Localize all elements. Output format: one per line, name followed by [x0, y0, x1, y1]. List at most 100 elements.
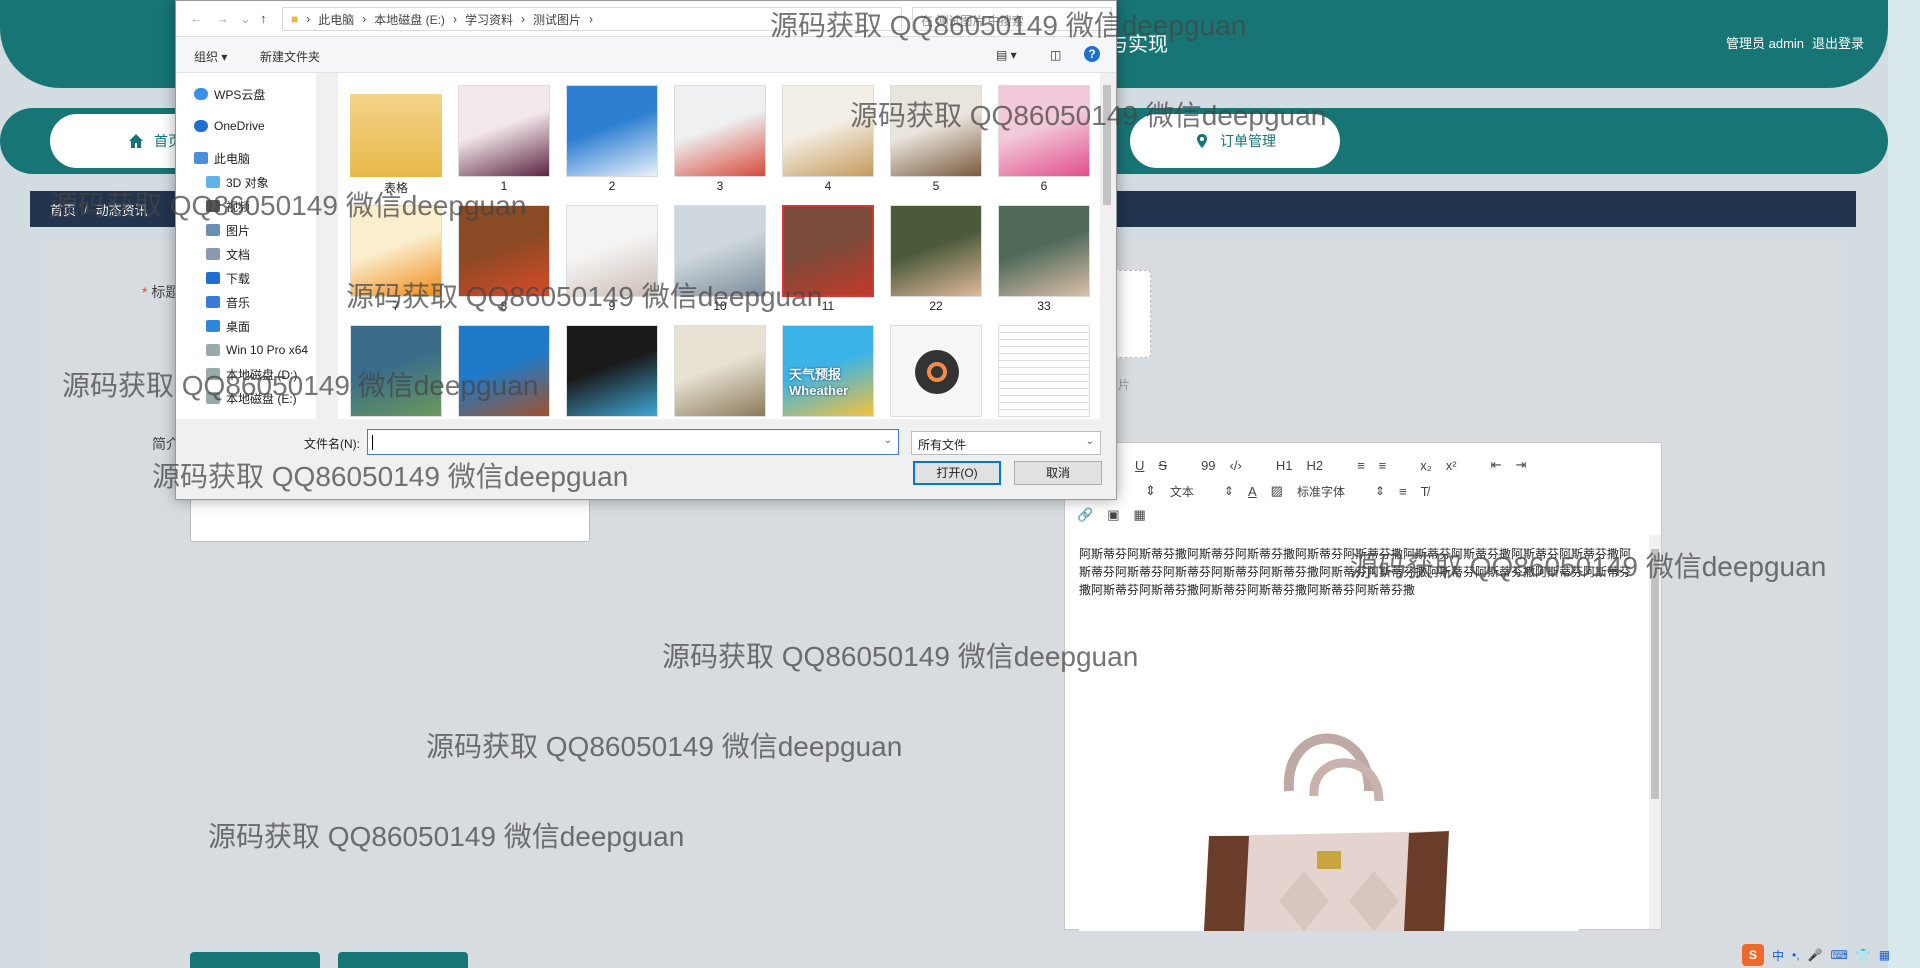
- file-item[interactable]: [990, 317, 1090, 419]
- ime-lang[interactable]: 中: [1772, 947, 1784, 964]
- filetype-select[interactable]: 所有文件 ⌄: [911, 431, 1101, 455]
- ordered-list-button[interactable]: ≡: [1357, 458, 1365, 473]
- clear-format-icon[interactable]: T̸: [1421, 484, 1429, 499]
- file-item[interactable]: [558, 317, 658, 419]
- path-segment-pc[interactable]: 此电脑: [318, 11, 354, 28]
- image-icon[interactable]: ▣: [1107, 507, 1119, 523]
- file-item[interactable]: 5: [882, 77, 982, 193]
- strike-button[interactable]: S: [1158, 458, 1167, 473]
- view-options-icon[interactable]: ▤ ▾: [996, 48, 1017, 62]
- outdent-button[interactable]: ⇤: [1491, 457, 1502, 473]
- indent-button[interactable]: ⇥: [1516, 457, 1527, 473]
- file-item[interactable]: 11: [774, 197, 874, 313]
- tree-item-desktop[interactable]: 桌面: [206, 317, 250, 335]
- search-box[interactable]: 在 测试图片 中搜索: [912, 7, 1112, 31]
- tree-item-drive-e[interactable]: 本地磁盘 (E:): [206, 389, 297, 407]
- logout-link[interactable]: 退出登录: [1812, 33, 1864, 52]
- file-item[interactable]: 6: [990, 77, 1090, 193]
- path-segment-study[interactable]: 学习资料: [465, 11, 513, 28]
- skin-icon[interactable]: 👕: [1856, 948, 1871, 962]
- file-item[interactable]: [450, 317, 550, 419]
- up-arrow-icon[interactable]: ↑: [260, 11, 267, 26]
- bullet-list-button[interactable]: ≡: [1379, 458, 1387, 473]
- editor-body-text[interactable]: 阿斯蒂芬阿斯蒂芬撒阿斯蒂芬阿斯蒂芬撒阿斯蒂芬阿斯蒂芬撒阿斯蒂芬阿斯蒂芬撒阿斯蒂芬…: [1079, 545, 1639, 599]
- file-item[interactable]: 10: [666, 197, 766, 313]
- file-item[interactable]: 1: [450, 77, 550, 193]
- cloud-icon: [194, 88, 208, 100]
- quote-button[interactable]: 99: [1201, 458, 1215, 473]
- tree-item-documents[interactable]: 文档: [206, 245, 250, 263]
- recent-dropdown-icon[interactable]: ⌄: [240, 11, 251, 27]
- text-size-select[interactable]: 文本 ⇕: [1170, 483, 1234, 500]
- file-item[interactable]: 8: [450, 197, 550, 313]
- keyboard-icon[interactable]: ⌨: [1831, 948, 1848, 962]
- tree-item-drive-c[interactable]: Win 10 Pro x64: [206, 341, 308, 359]
- file-item[interactable]: 7: [342, 197, 442, 313]
- tree-item-downloads[interactable]: 下载: [206, 269, 250, 287]
- editor-inserted-image: [1079, 601, 1579, 931]
- path-breadcrumb[interactable]: ■ › 此电脑 › 本地磁盘 (E:) › 学习资料 › 测试图片 ›: [282, 7, 902, 31]
- sogou-icon[interactable]: S: [1742, 944, 1764, 966]
- file-item[interactable]: 3: [666, 77, 766, 193]
- file-item[interactable]: 天气预报 Wheather: [774, 317, 874, 419]
- superscript-button[interactable]: x²: [1446, 458, 1457, 473]
- file-item[interactable]: 22: [882, 197, 982, 313]
- tree-item-wps[interactable]: WPS云盘: [194, 85, 265, 103]
- new-folder-button[interactable]: 新建文件夹: [260, 48, 320, 65]
- ime-punct[interactable]: •,: [1792, 948, 1800, 962]
- tree-item-this-pc[interactable]: 此电脑: [194, 149, 250, 167]
- subscript-button[interactable]: x₂: [1420, 458, 1432, 473]
- cancel-form-button[interactable]: [338, 952, 468, 968]
- open-button[interactable]: 打开(O): [913, 461, 1001, 485]
- file-item[interactable]: [342, 317, 442, 419]
- size-chevron-icon[interactable]: ⇕: [1145, 483, 1156, 499]
- file-item[interactable]: 4: [774, 77, 874, 193]
- preview-pane-icon[interactable]: ◫: [1050, 48, 1061, 62]
- grid-icon[interactable]: ▦: [1879, 948, 1890, 962]
- file-item[interactable]: 表格: [342, 77, 442, 195]
- file-name: 3: [716, 179, 724, 193]
- grid-scrollbar[interactable]: [1100, 73, 1114, 419]
- path-segment-test-images[interactable]: 测试图片: [533, 11, 581, 28]
- file-item[interactable]: 33: [990, 197, 1090, 313]
- tree-item-music[interactable]: 音乐: [206, 293, 250, 311]
- breadcrumb-home[interactable]: 首页: [50, 200, 76, 219]
- forward-arrow-icon[interactable]: →: [216, 11, 229, 26]
- cancel-button[interactable]: 取消: [1014, 461, 1102, 485]
- submit-button[interactable]: [190, 952, 320, 968]
- tree-item-onedrive[interactable]: OneDrive: [194, 117, 265, 135]
- file-item[interactable]: 2: [558, 77, 658, 193]
- video-icon[interactable]: ▦: [1133, 507, 1145, 523]
- tree-item-drive-d[interactable]: 本地磁盘 (D:): [206, 365, 297, 383]
- h2-button[interactable]: H2: [1306, 458, 1323, 473]
- tree-item-videos[interactable]: 视频: [206, 197, 250, 215]
- editor-scrollbar[interactable]: [1649, 535, 1661, 929]
- back-arrow-icon[interactable]: ←: [190, 11, 203, 26]
- rich-text-editor[interactable]: U S 99 ‹/› H1 H2 ≡ ≡ x₂ x² ⇤ ⇥ ⇕ 文本 ⇕ A ▨…: [1064, 442, 1662, 931]
- microphone-icon[interactable]: 🎤: [1808, 948, 1823, 962]
- font-color-icon[interactable]: A: [1248, 484, 1257, 499]
- file-name: 9: [608, 299, 616, 313]
- align-icon[interactable]: ≡: [1399, 484, 1407, 499]
- organize-menu[interactable]: 组织 ▾: [194, 48, 227, 65]
- underline-button[interactable]: U: [1135, 458, 1144, 473]
- ime-toolbar[interactable]: S 中 •, 🎤 ⌨ 👕 ▦: [1742, 944, 1890, 966]
- system-title: 与实现: [1108, 34, 1168, 56]
- h1-button[interactable]: H1: [1276, 458, 1293, 473]
- path-segment-drive[interactable]: 本地磁盘 (E:): [374, 11, 445, 28]
- tree-item-pictures[interactable]: 图片: [206, 221, 250, 239]
- file-item[interactable]: [882, 317, 982, 419]
- link-icon[interactable]: 🔗: [1077, 507, 1093, 523]
- file-item[interactable]: [666, 317, 766, 419]
- bg-color-icon[interactable]: ▨: [1271, 483, 1283, 499]
- filename-input[interactable]: ⌄: [367, 429, 899, 455]
- help-icon[interactable]: ?: [1084, 46, 1100, 62]
- chevron-down-icon[interactable]: ⌄: [884, 435, 892, 446]
- tree-item-3d[interactable]: 3D 对象: [206, 173, 269, 191]
- code-button[interactable]: ‹/›: [1230, 458, 1242, 473]
- font-family-select[interactable]: 标准字体 ⇕: [1297, 483, 1385, 500]
- tree-scrollbar[interactable]: [316, 73, 328, 419]
- file-item[interactable]: 9: [558, 197, 658, 313]
- page-scrollbar[interactable]: [1888, 0, 1920, 968]
- nav-item-orders[interactable]: 订单管理: [1130, 114, 1340, 168]
